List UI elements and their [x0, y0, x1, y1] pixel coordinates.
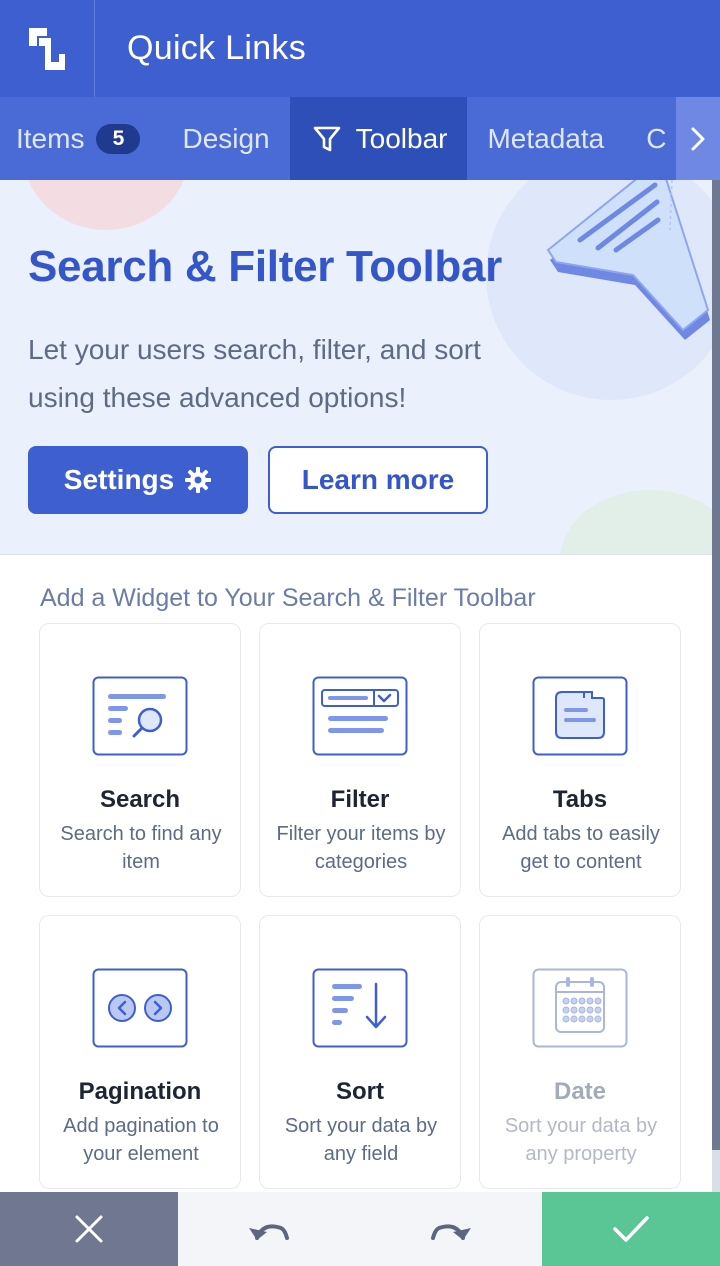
cancel-button[interactable] — [0, 1192, 178, 1266]
tabs-next-button[interactable] — [676, 97, 720, 180]
tab-items-label: Items — [16, 122, 85, 154]
widget-card-tabs[interactable]: Tabs Add tabs to easily get to content — [479, 623, 681, 897]
scrollbar-thumb[interactable] — [712, 180, 720, 1150]
widget-card-sort[interactable]: Sort Sort your data by any field — [259, 915, 461, 1189]
check-icon — [613, 1216, 649, 1242]
logo-icon — [29, 27, 65, 70]
items-count-badge: 5 — [96, 123, 141, 154]
close-icon — [75, 1215, 103, 1243]
funnel-illustration-icon — [546, 180, 710, 340]
bottom-action-bar — [0, 1192, 720, 1266]
hero-banner: Search & Filter Toolbar Let your users s… — [0, 180, 712, 555]
widget-title: Search — [99, 786, 181, 813]
widget-description: Add pagination to your element — [63, 1115, 219, 1165]
decor-blob-green — [560, 490, 712, 554]
gear-icon — [185, 467, 212, 493]
learn-more-button[interactable]: Learn more — [268, 446, 488, 514]
pagination-icon — [92, 968, 188, 1048]
tab-toolbar[interactable]: Toolbar — [289, 97, 468, 180]
hero-title: Search & Filter Toolbar — [28, 242, 502, 291]
widget-description: Sort your data by any property — [504, 1115, 658, 1165]
calendar-icon — [532, 968, 628, 1048]
widget-title: Filter — [330, 786, 390, 813]
tab-bar: Items 5 Design Toolbar Metadata C — [0, 97, 720, 180]
tab-design[interactable]: Design — [166, 97, 285, 180]
widgets-section-title: Add a Widget to Your Search & Filter Too… — [40, 584, 536, 612]
chevron-right-icon — [691, 127, 705, 150]
confirm-button[interactable] — [542, 1192, 720, 1266]
widget-title: Pagination — [78, 1078, 202, 1105]
app-title: Quick Links — [127, 29, 307, 67]
funnel-icon — [312, 124, 342, 154]
tab-items[interactable]: Items 5 — [0, 97, 156, 180]
tab-more[interactable]: C — [630, 97, 682, 180]
tab-design-label: Design — [182, 122, 270, 154]
widget-title: Sort — [336, 1078, 384, 1105]
decor-blob-pink — [22, 180, 190, 230]
undo-icon — [249, 1224, 289, 1240]
widget-description: Add tabs to easily get to content — [502, 823, 660, 873]
widget-card-date[interactable]: Date Sort your data by any property — [479, 915, 681, 1189]
filter-icon — [312, 676, 408, 756]
widget-card-pagination[interactable]: Pagination Add pagination to your elemen… — [39, 915, 241, 1189]
undo-button[interactable] — [228, 1192, 308, 1266]
search-icon — [92, 676, 188, 756]
tabs-icon — [532, 676, 628, 756]
widget-title: Tabs — [552, 786, 608, 813]
widget-title: Date — [553, 1078, 607, 1105]
settings-button[interactable]: Settings — [28, 446, 248, 514]
app-header: Quick Links — [0, 0, 720, 97]
settings-button-label: Settings — [63, 464, 175, 495]
redo-icon — [431, 1224, 471, 1240]
hero-description: Let your users search, filter, and sort … — [28, 334, 481, 413]
tab-toolbar-label: Toolbar — [355, 122, 448, 154]
tab-more-label: C — [646, 122, 667, 154]
widget-description: Sort your data by any field — [284, 1115, 438, 1165]
widget-description: Search to find any item — [60, 823, 222, 873]
widget-description: Filter your items by categories — [276, 823, 446, 873]
tab-metadata-label: Metadata — [487, 122, 605, 154]
widget-card-filter[interactable]: Filter Filter your items by categories — [259, 623, 461, 897]
sort-icon — [312, 968, 408, 1048]
tab-metadata[interactable]: Metadata — [471, 97, 620, 180]
redo-button[interactable] — [412, 1192, 492, 1266]
widget-card-search[interactable]: Search Search to find any item — [39, 623, 241, 897]
app-logo — [0, 0, 95, 97]
